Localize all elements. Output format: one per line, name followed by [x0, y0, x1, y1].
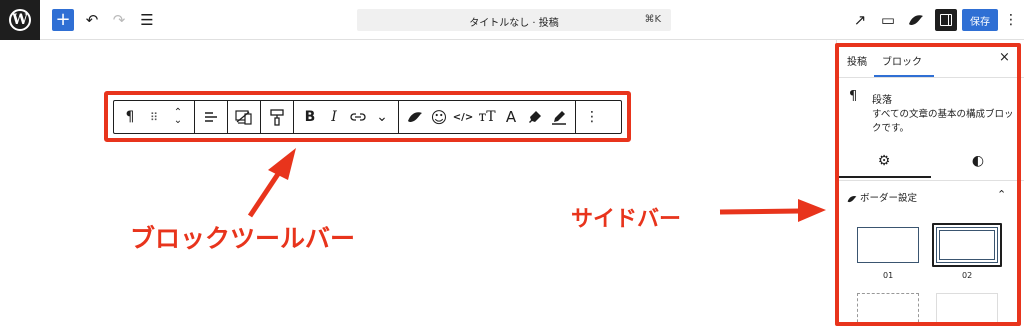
toolbar-annotation-label: ブロックツールバー [130, 224, 356, 253]
sidebar-arrow-head [798, 199, 826, 222]
toolbar-arrow-head [268, 148, 296, 180]
sidebar-highlight-frame [835, 43, 1021, 326]
sidebar-annotation-label: サイドバー [571, 207, 682, 232]
toolbar-arrow [247, 172, 281, 218]
sidebar-arrow [719, 208, 801, 215]
editor-screen: W + ↶ ↷ ☰ タイトルなし · 投稿 ⌘K ↗ ▭ 保存 ⋮ ¶ ⠿ ⌃ … [0, 0, 1024, 326]
